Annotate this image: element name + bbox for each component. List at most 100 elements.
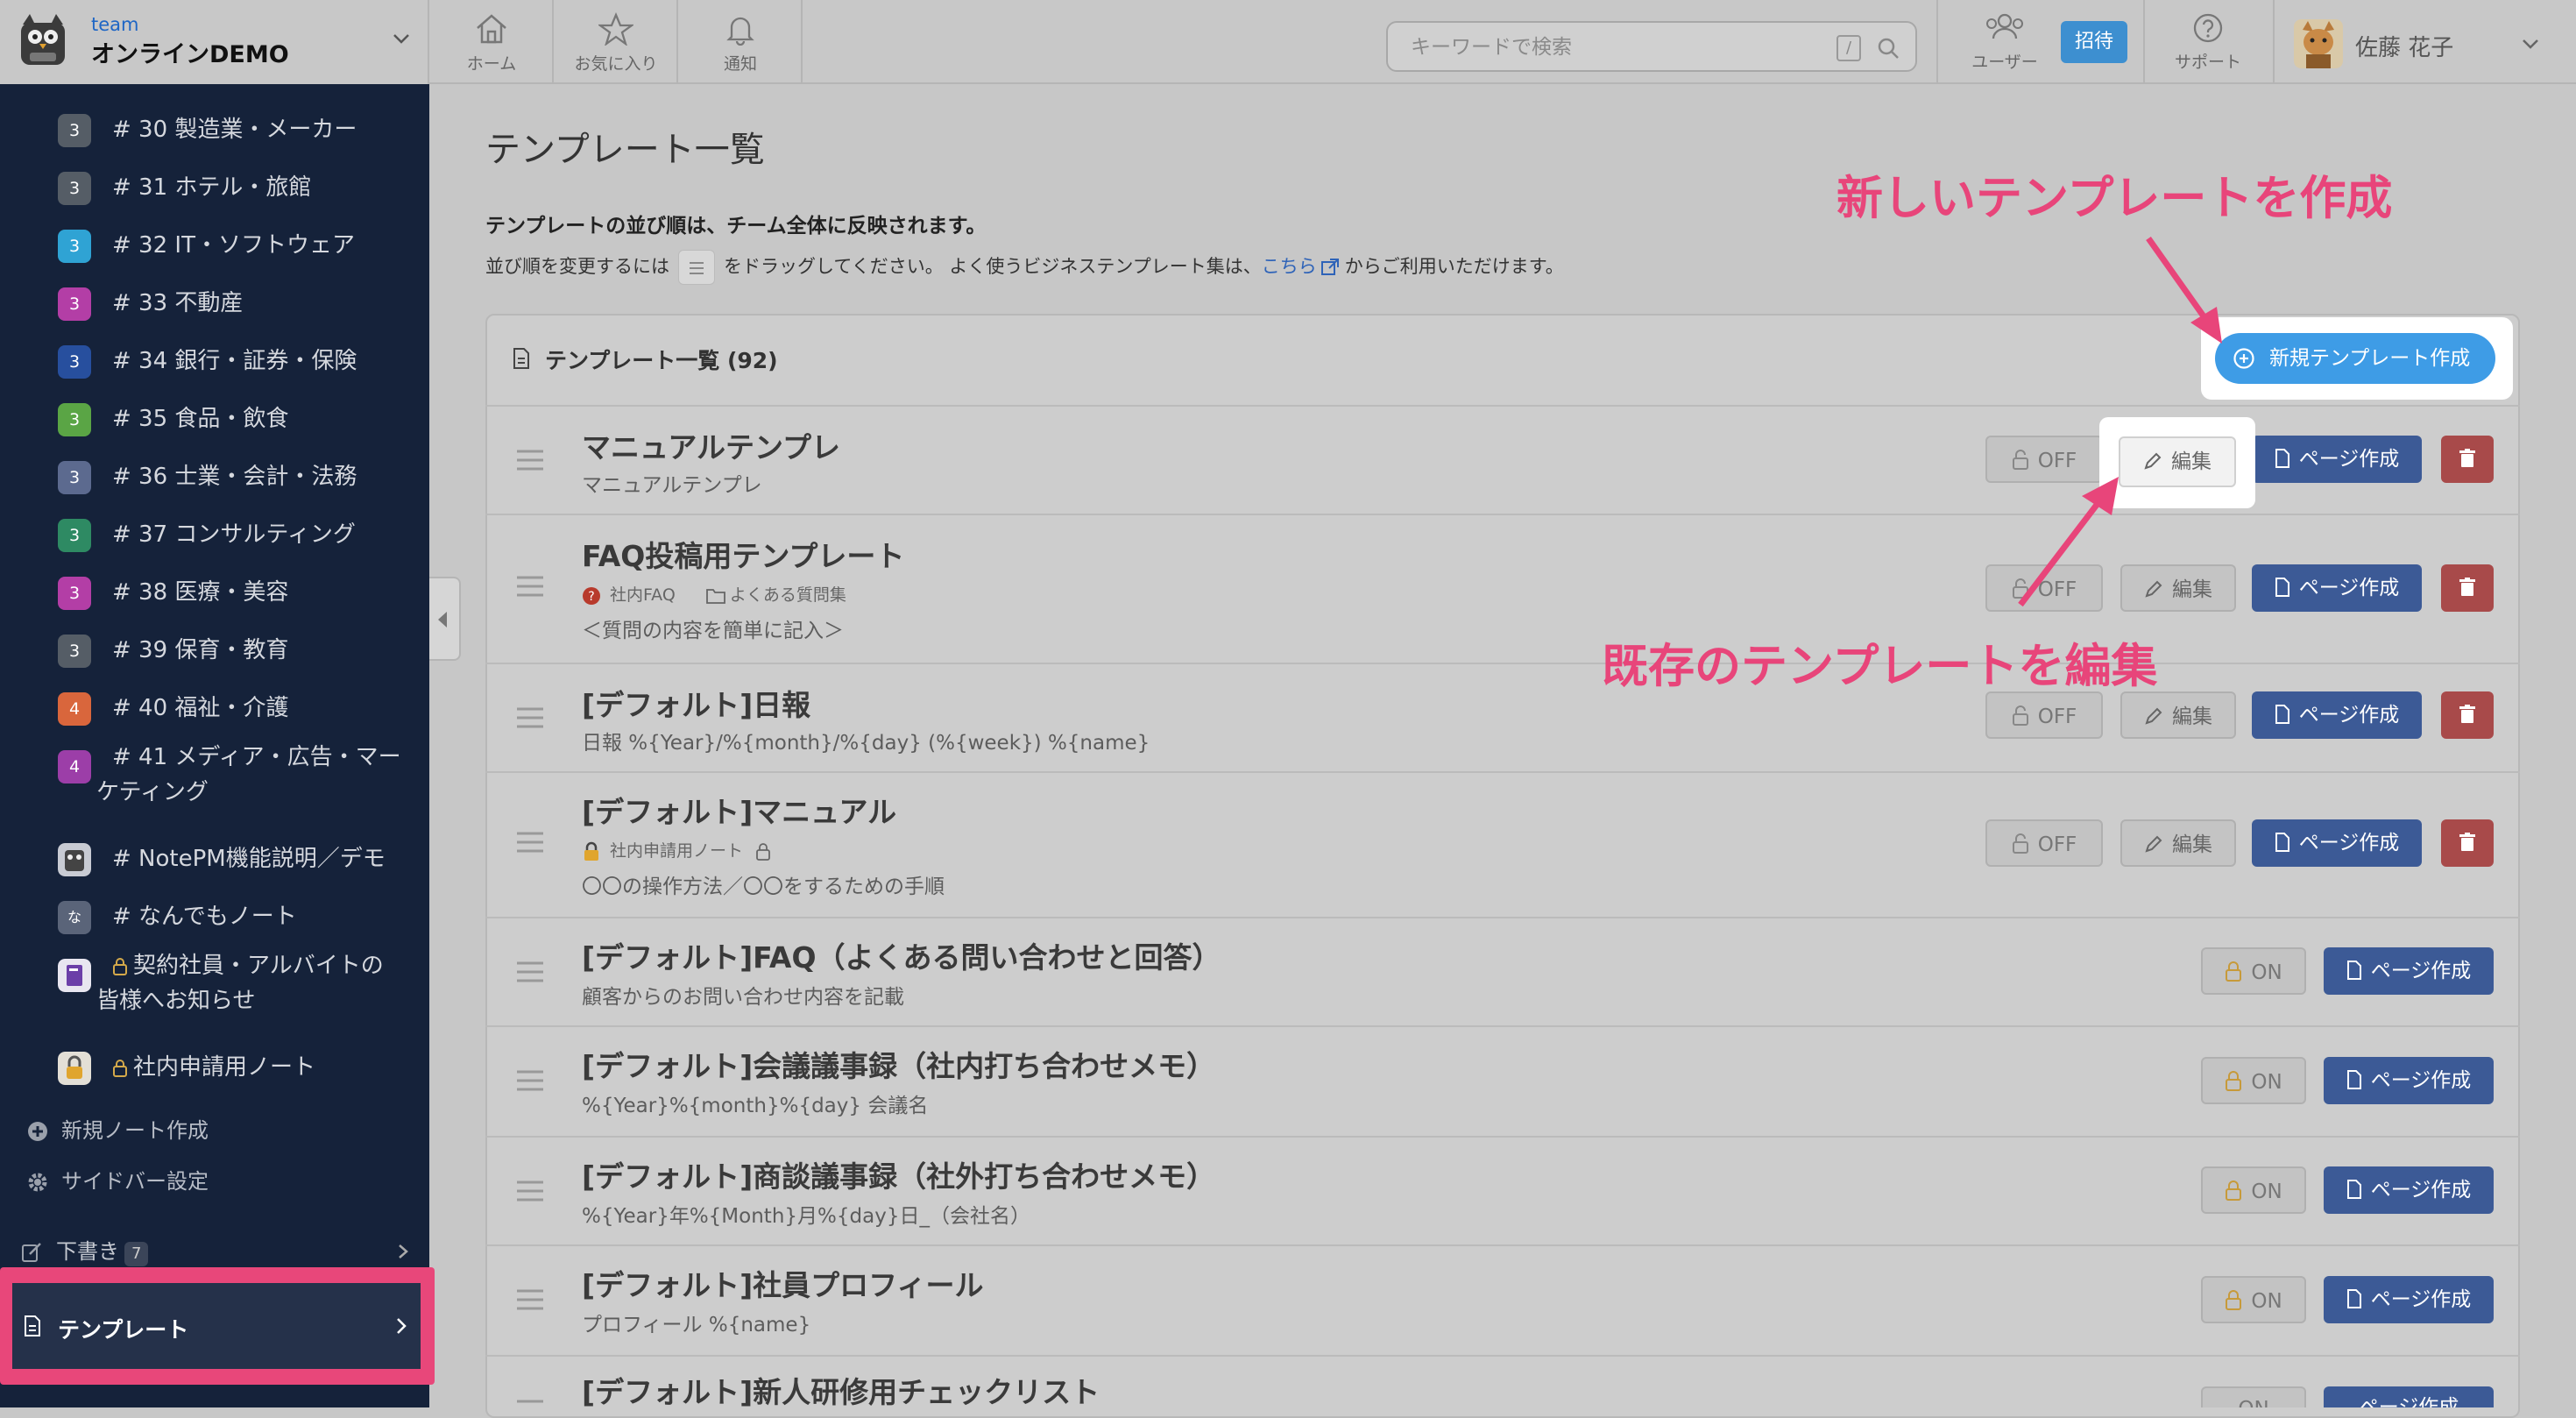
create-page-button[interactable]: ページ作成 — [2324, 947, 2494, 995]
sidebar-item-templates[interactable]: テンプレート — [12, 1283, 421, 1369]
notice-mid: をドラッグしてください。 よく使うビジネステンプレート集は、 — [724, 256, 1262, 277]
drag-handle-icon[interactable] — [515, 1066, 545, 1095]
drag-handle-icon[interactable] — [515, 445, 545, 475]
edit-button[interactable]: 編集 — [2119, 436, 2236, 487]
nav-home-label: ホーム — [466, 54, 517, 74]
sidebar-item-note[interactable]: 3 # 36 士業・会計・法務 — [0, 443, 429, 501]
drag-handle-icon[interactable] — [515, 703, 545, 733]
sidebar-item-note[interactable]: 3 # 38 医療・美容 — [0, 559, 429, 617]
sidebar-item-note[interactable]: 契約社員・アルバイトの皆様へお知らせ — [0, 941, 429, 1027]
edit-button[interactable]: 編集 — [2120, 691, 2236, 739]
template-description: ＜質問の内容を簡単に記入＞ — [582, 620, 844, 642]
avatar[interactable] — [2294, 19, 2343, 68]
sidebar-item-label: # 31 ホテル・旅館 — [112, 174, 312, 201]
sidebar-item-note[interactable]: 3 # 30 製造業・メーカー — [0, 96, 429, 154]
template-title[interactable]: [デフォルト]商談議事録（社外打ち合わせメモ） — [582, 1153, 1215, 1195]
sidebar-item-note[interactable]: 3 # 35 食品・飲食 — [0, 386, 429, 443]
sidebar-item-note[interactable]: 社内申請用ノート — [0, 1034, 429, 1092]
delete-button[interactable] — [2441, 564, 2494, 612]
sidebar-item-label: # 34 銀行・証券・保険 — [112, 348, 357, 374]
toggle-on-button[interactable]: ON — [2201, 1386, 2306, 1407]
nav-favorites[interactable]: お気に入り — [556, 0, 678, 84]
team-switcher[interactable]: team オンラインDEMO — [0, 0, 429, 84]
template-title[interactable]: マニュアルテンプレ — [582, 424, 840, 466]
toggle-off-button[interactable]: OFF — [1985, 819, 2103, 867]
toggle-on-button[interactable]: ON — [2201, 1166, 2306, 1214]
user-name[interactable]: 佐藤 花子 — [2355, 30, 2453, 62]
notice-post: からご利用いただけます。 — [1344, 256, 1564, 277]
sidebar-item-note[interactable]: 4 # 40 福祉・介護 — [0, 675, 429, 733]
search-input[interactable] — [1409, 32, 1821, 63]
create-page-button[interactable]: ページ作成 — [2324, 1276, 2494, 1323]
template-title[interactable]: [デフォルト]会議議事録（社内打ち合わせメモ） — [582, 1043, 1215, 1085]
sidebar-item-note[interactable]: 4 # 41 メディア・広告・マーケティング — [0, 733, 429, 819]
edit-button[interactable]: 編集 — [2120, 564, 2236, 612]
nav-home[interactable]: ホーム — [431, 0, 554, 84]
template-title[interactable]: FAQ投稿用テンプレート — [582, 533, 904, 575]
nav-notifications-label: 通知 — [723, 54, 757, 74]
users-label: ユーザー — [1971, 53, 2038, 72]
sidebar-item-note[interactable]: な # なんでもノート — [0, 883, 429, 941]
drag-handle-icon[interactable] — [515, 957, 545, 987]
sidebar-settings-link[interactable]: サイドバー設定 — [26, 1164, 209, 1195]
drag-handle-icon[interactable] — [515, 1176, 545, 1206]
note-badge: 4 — [58, 692, 91, 726]
support-button[interactable]: サポート — [2155, 0, 2261, 84]
template-title[interactable]: [デフォルト]マニュアル — [582, 789, 896, 831]
sidebar-item-note[interactable]: # NotePM機能説明／デモ — [0, 826, 429, 883]
toggle-label: OFF — [2037, 705, 2077, 728]
edit-button[interactable]: 編集 — [2120, 819, 2236, 867]
note-name[interactable]: 社内FAQ — [610, 585, 676, 605]
help-icon — [2193, 13, 2223, 43]
pencil-icon — [2145, 707, 2162, 725]
toggle-on-button[interactable]: ON — [2201, 1057, 2306, 1104]
create-page-button[interactable]: ページ作成 — [2252, 691, 2422, 739]
template-title[interactable]: [デフォルト]社員プロフィール — [582, 1262, 984, 1304]
invite-button[interactable]: 招待 — [2061, 21, 2127, 63]
drag-handle-icon[interactable] — [515, 1395, 545, 1407]
template-title[interactable]: [デフォルト]FAQ（よくある問い合わせと回答） — [582, 934, 1221, 976]
create-page-button[interactable]: ページ作成 — [2324, 1166, 2494, 1214]
sidebar-item-note[interactable]: 3 # 33 不動産 — [0, 270, 429, 328]
sidebar-item-note[interactable]: 3 # 31 ホテル・旅館 — [0, 154, 429, 212]
folder-name[interactable]: よくある質問集 — [730, 585, 846, 605]
sidebar-collapse-handle[interactable] — [429, 577, 461, 661]
delete-button[interactable] — [2441, 436, 2494, 483]
toggle-off-button[interactable]: OFF — [1985, 691, 2103, 739]
new-note-link[interactable]: 新規ノート作成 — [26, 1113, 209, 1144]
note-badge: 3 — [58, 635, 91, 668]
sidebar-item-note[interactable]: 3 # 37 コンサルティング — [0, 501, 429, 559]
toggle-off-button[interactable]: OFF — [1985, 564, 2103, 612]
template-description: %{Year}年%{Month}月%{day}日_（会社名） — [582, 1205, 1030, 1228]
nav-notifications[interactable]: 通知 — [680, 0, 803, 84]
sidebar-item-note[interactable]: 3 # 39 保育・教育 — [0, 617, 429, 675]
sidebar-item-note[interactable]: 3 # 34 銀行・証券・保険 — [0, 328, 429, 386]
search-icon[interactable] — [1877, 37, 1900, 60]
template-title[interactable]: [デフォルト]日報 — [582, 682, 810, 724]
sidebar-item-label: # 37 コンサルティング — [112, 521, 356, 548]
drag-handle-icon[interactable] — [515, 827, 545, 857]
toggle-on-button[interactable]: ON — [2201, 1276, 2306, 1323]
notice-pre: 並び順を変更するには — [485, 256, 669, 277]
sidebar-settings-label: サイドバー設定 — [61, 1169, 209, 1194]
create-page-button[interactable]: ページ作成 — [2324, 1057, 2494, 1104]
delete-button[interactable] — [2441, 691, 2494, 739]
note-name[interactable]: 社内申請用ノート — [610, 841, 743, 861]
drag-handle-icon[interactable] — [515, 1285, 545, 1315]
business-templates-link[interactable]: こちら — [1262, 256, 1345, 277]
new-template-button[interactable]: 新規テンプレート作成 — [2215, 333, 2495, 384]
create-page-button[interactable]: ページ作成 — [2324, 1386, 2494, 1407]
toggle-off-button[interactable]: OFF — [1985, 436, 2103, 483]
drag-handle-icon[interactable] — [515, 571, 545, 601]
users-button[interactable]: ユーザー — [1952, 0, 2057, 84]
template-title[interactable]: [デフォルト]新人研修用チェックリスト — [582, 1369, 1100, 1407]
plus-circle-icon — [2233, 348, 2254, 369]
toggle-on-button[interactable]: ON — [2201, 947, 2306, 995]
chevron-down-icon[interactable] — [2520, 33, 2541, 54]
create-page-button[interactable]: ページ作成 — [2252, 564, 2422, 612]
delete-button[interactable] — [2441, 819, 2494, 867]
sidebar-item-note[interactable]: 3 # 32 IT・ソフトウェア — [0, 212, 429, 270]
create-page-button[interactable]: ページ作成 — [2252, 819, 2422, 867]
book-icon — [58, 959, 91, 992]
create-page-button[interactable]: ページ作成 — [2252, 436, 2422, 483]
